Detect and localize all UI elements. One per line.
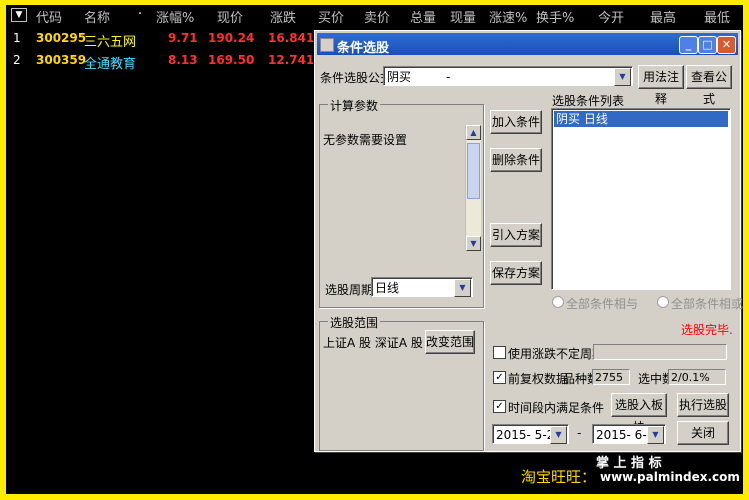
stock-price: 169.50	[208, 53, 255, 67]
range-group-label: 选股范围	[328, 314, 381, 331]
condition-list[interactable]: 阴买 日线	[551, 108, 731, 290]
stock-change: 16.84	[268, 31, 306, 45]
col-bid[interactable]: 买价	[318, 7, 344, 26]
date-to-picker[interactable]: 2015- 6- 3 ▼	[592, 424, 666, 444]
minimize-button[interactable]: _	[679, 36, 698, 54]
col-dot: ·	[138, 7, 143, 22]
col-low[interactable]: 最低	[704, 7, 730, 26]
import-plan-button[interactable]: 引入方案	[490, 223, 542, 247]
time-range-checkbox[interactable]: ✓	[493, 400, 506, 413]
chevron-down-icon[interactable]: ▼	[550, 426, 567, 444]
row-index: 2	[13, 53, 21, 67]
uncertain-period-checkbox[interactable]	[493, 346, 506, 359]
uncertain-period-field[interactable]	[593, 344, 727, 360]
condition-list-label: 选股条件列表	[552, 94, 625, 108]
range-text: 上证A 股 深证A 股	[323, 336, 423, 350]
row-index: 1	[13, 31, 21, 45]
add-condition-button[interactable]: 加入条件	[490, 110, 542, 134]
condition-screen-dialog: 条件选股 _ □ ✕ 条件选股公式 阴买 - ▼ 用法注释 查看公式 计算参数 …	[314, 30, 744, 452]
formula-label: 条件选股公式	[320, 71, 393, 85]
close-button[interactable]: 关闭	[677, 421, 729, 445]
watermark-line1: 掌 上 指 标	[596, 456, 662, 471]
scroll-down-icon[interactable]: ▼	[466, 236, 481, 251]
formula-value: 阴买	[387, 70, 412, 84]
col-price[interactable]: 现价	[217, 7, 243, 26]
params-group-label: 计算参数	[328, 97, 381, 114]
save-plan-button[interactable]: 保存方案	[490, 261, 542, 285]
params-scrollbar[interactable]: ▲ ▼	[465, 125, 481, 251]
pre-adjust-checkbox[interactable]: ✓	[493, 371, 506, 384]
period-value: 日线	[375, 281, 400, 295]
help-button[interactable]: 用法注释	[638, 65, 684, 106]
to-block-button[interactable]: 选股入板块	[611, 393, 667, 434]
period-select[interactable]: 日线 ▼	[371, 277, 473, 297]
radio-all-and-label: 全部条件相与	[566, 297, 639, 311]
stock-change: 12.74	[268, 53, 306, 67]
watermark-line3: www.palmindex.com	[600, 470, 740, 484]
date-separator: -	[577, 426, 582, 440]
date-from-picker[interactable]: 2015- 5-27 ▼	[492, 424, 569, 444]
uncertain-period-label: 使用涨跌不定周期	[508, 347, 605, 361]
app-icon	[320, 38, 334, 52]
col-change-pct[interactable]: 涨幅%	[156, 7, 194, 26]
close-window-button[interactable]: ✕	[717, 36, 736, 54]
col-cur-volume[interactable]: 现量	[450, 7, 476, 26]
list-item[interactable]: 阴买 日线	[554, 111, 728, 127]
change-range-button[interactable]: 改变范围	[425, 330, 475, 354]
stock-list-header: ▼ 代码 名称 · 涨幅% 现价 涨跌 买价 卖价 总量 现量 涨速% 换手% …	[6, 5, 743, 26]
column-menu-arrow-icon[interactable]: ▼	[11, 8, 27, 22]
formula-value-suffix: -	[446, 70, 451, 84]
stock-name: 全通教育	[84, 57, 137, 72]
radio-all-or[interactable]	[657, 296, 669, 308]
dialog-titlebar[interactable]: 条件选股 _ □ ✕	[317, 33, 738, 56]
col-volume[interactable]: 总量	[410, 7, 436, 26]
time-range-label: 时间段内满足条件	[508, 401, 605, 415]
chevron-down-icon[interactable]: ▼	[647, 426, 664, 444]
col-open[interactable]: 今开	[598, 7, 624, 26]
status-text: 选股完毕.	[681, 323, 733, 337]
stock-count-field: 2755	[592, 369, 630, 385]
col-ask[interactable]: 卖价	[364, 7, 390, 26]
stock-code: 300359	[36, 53, 87, 67]
col-turnover[interactable]: 换手%	[536, 7, 574, 26]
col-name[interactable]: 名称	[84, 7, 110, 26]
col-change[interactable]: 涨跌	[270, 7, 296, 26]
stock-price: 190.24	[208, 31, 255, 45]
col-speed[interactable]: 涨速%	[489, 7, 527, 26]
execute-button[interactable]: 执行选股	[677, 393, 729, 417]
col-code[interactable]: 代码	[36, 7, 62, 26]
stock-code: 300295	[36, 31, 87, 45]
delete-condition-button[interactable]: 删除条件	[490, 148, 542, 172]
pre-adjust-label: 前复权数据	[508, 372, 569, 386]
period-label: 选股周期:	[325, 283, 378, 297]
radio-all-and[interactable]	[552, 296, 564, 308]
chevron-down-icon[interactable]: ▼	[614, 68, 631, 86]
selected-field: 2/0.1%	[668, 369, 726, 385]
col-high[interactable]: 最高	[650, 7, 676, 26]
radio-all-or-label: 全部条件相或	[671, 297, 744, 311]
dialog-title: 条件选股	[337, 41, 390, 56]
no-params-text: 无参数需要设置	[323, 133, 408, 147]
scroll-up-icon[interactable]: ▲	[466, 125, 481, 140]
chevron-down-icon[interactable]: ▼	[454, 279, 471, 297]
scroll-thumb[interactable]	[467, 143, 480, 199]
stock-name: 三六五网	[84, 35, 137, 50]
watermark-line2: 淘宝旺旺：	[521, 468, 597, 486]
stock-change-pct: 8.13	[168, 53, 198, 67]
view-formula-button[interactable]: 查看公式	[686, 65, 732, 106]
formula-select[interactable]: 阴买 - ▼	[383, 66, 633, 86]
maximize-button[interactable]: □	[698, 36, 717, 54]
stock-change-pct: 9.71	[168, 31, 198, 45]
